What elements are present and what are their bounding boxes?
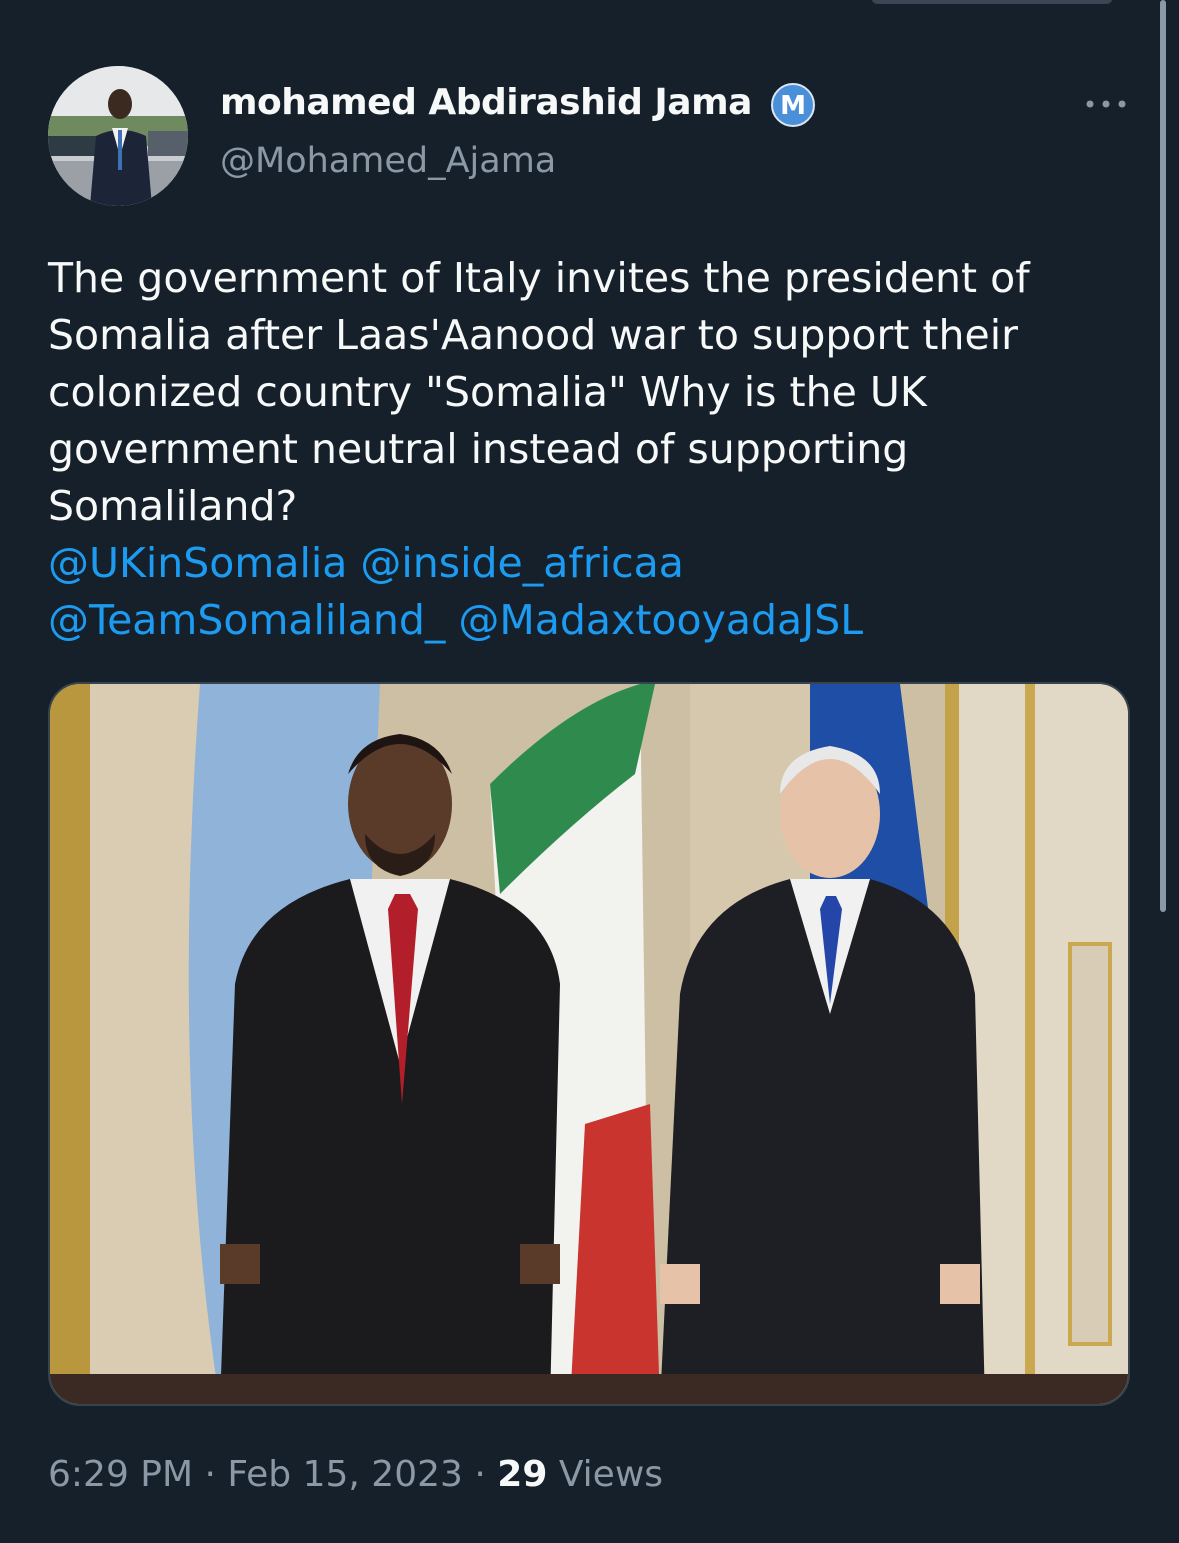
mention-line-2: @TeamSomaliland_ @MadaxtooyadaJSL [48,592,1118,649]
mention-link[interactable]: @TeamSomaliland_ [48,596,445,644]
meta-separator: · [204,1454,216,1495]
avatar-photo [48,66,188,206]
tweet-date[interactable]: Feb 15, 2023 [227,1454,463,1495]
author-handle[interactable]: @Mohamed_Ajama [220,138,556,184]
tweet-meta: 6:29 PM · Feb 15, 2023 · 29 Views [48,1452,663,1498]
author-avatar[interactable] [48,66,188,206]
views-label: Views [558,1454,664,1495]
views-count: 29 [497,1454,548,1495]
meta-separator: · [474,1454,486,1495]
photo-two-men-with-flags [50,684,1128,1404]
top-pill-indicator [872,0,1112,4]
mention-link[interactable]: @MadaxtooyadaJSL [458,596,863,644]
mention-link[interactable]: @inside_africaa [360,539,683,587]
scrollbar[interactable] [1160,0,1166,912]
mention-link[interactable]: @UKinSomalia [48,539,347,587]
tweet-time[interactable]: 6:29 PM [48,1454,193,1495]
tweet-media-photo[interactable] [48,682,1130,1406]
tweet-text: The government of Italy invites the pres… [48,254,1030,530]
m-badge-icon: M [770,82,816,128]
tweet-mentions: @UKinSomalia @inside_africaa @TeamSomali… [48,535,1118,649]
badge-letter: M [780,91,806,121]
more-horizontal-icon[interactable] [1080,92,1132,116]
author-display-name[interactable]: mohamed Abdirashid Jama [220,80,752,126]
mention-line-1: @UKinSomalia @inside_africaa [48,535,1118,592]
